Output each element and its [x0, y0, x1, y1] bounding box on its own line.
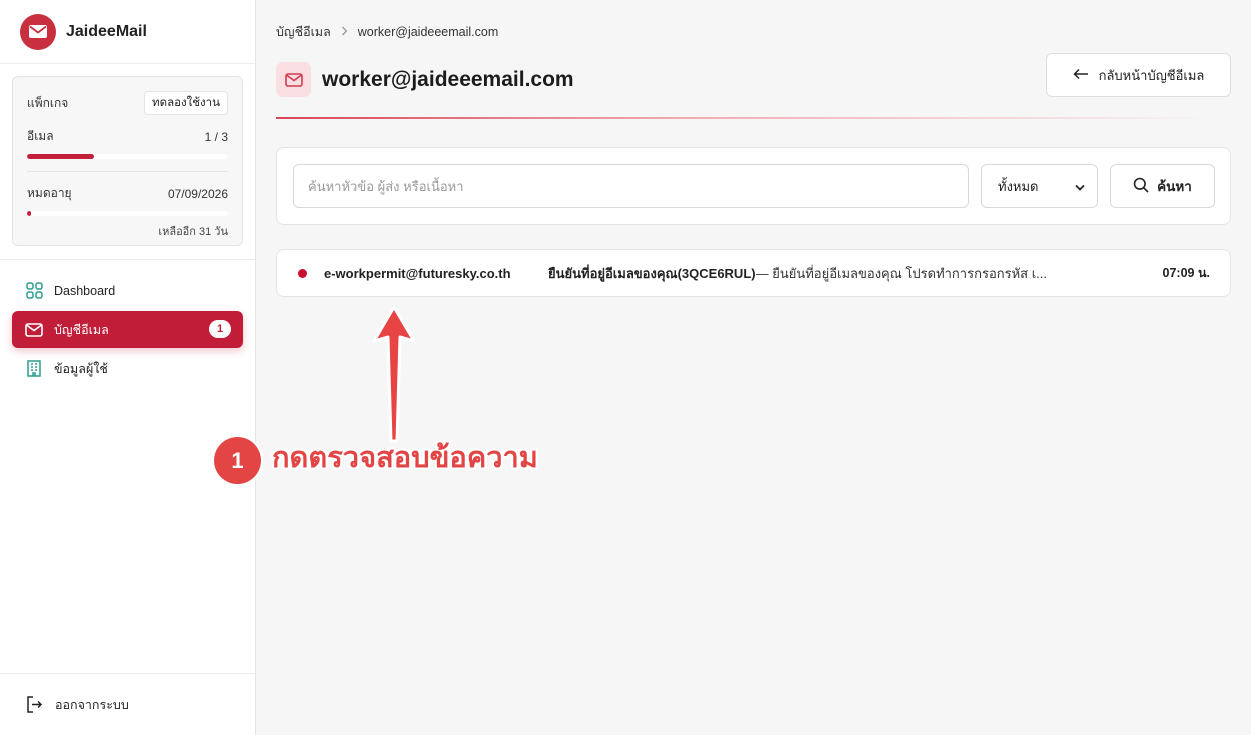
- page-header: worker@jaideeemail.com: [276, 62, 574, 97]
- filter-selected-value: ทั้งหมด: [998, 178, 1039, 194]
- mail-icon: [25, 321, 43, 339]
- email-usage-value: 1 / 3: [204, 129, 228, 144]
- expire-bar: [27, 211, 228, 216]
- annotation-arrow-icon: [372, 305, 416, 443]
- breadcrumb-current: worker@jaideeemail.com: [357, 25, 499, 39]
- unread-dot: [298, 268, 307, 278]
- chevron-right-icon: [341, 26, 348, 39]
- logout-button[interactable]: ออกจากระบบ: [0, 673, 255, 735]
- package-label: แพ็กเกจ: [27, 95, 69, 110]
- sidebar-nav: Dashboard บัญชีอีเมล 1 ข้อมูลผู้ใช้: [0, 259, 255, 389]
- expire-date: 07/09/2026: [167, 186, 228, 201]
- grid-icon: [25, 282, 43, 300]
- breadcrumb: บัญชีอีเมล worker@jaideeemail.com: [276, 22, 498, 42]
- back-button-label: กลับหน้าบัญชีอีเมล: [1098, 67, 1205, 83]
- annotation-instruction: กดตรวจสอบข้อความ: [272, 442, 538, 474]
- sidebar-item-user-info[interactable]: ข้อมูลผู้ใช้: [12, 350, 243, 387]
- arrow-left-icon: [1073, 68, 1089, 83]
- sidebar-item-label: บัญชีอีเมล: [54, 322, 109, 337]
- email-usage-label: อีเมล: [27, 129, 54, 143]
- search-card: ทั้งหมด ค้นหา: [276, 147, 1231, 225]
- message-time: 07:09 น.: [1162, 266, 1210, 280]
- header-divider: [276, 117, 1216, 119]
- sidebar-item-label: ข้อมูลผู้ใช้: [54, 361, 108, 376]
- sidebar-item-label: Dashboard: [54, 283, 116, 298]
- message-subject: ยืนยันที่อยู่อีเมลของคุณ(3QCE6RUL): [548, 265, 756, 281]
- step-number-badge: 1: [214, 437, 261, 484]
- expire-bar-fill: [27, 211, 32, 216]
- email-usage-bar: [27, 154, 228, 159]
- search-input[interactable]: [293, 164, 969, 208]
- brand-name: JaideeMail: [66, 22, 147, 40]
- message-sender: e-workpermit@futuresky.co.th: [324, 265, 511, 281]
- sidebar: JaideeMail แพ็กเกจ ทดลองใช้งาน อีเมล 1 /…: [0, 0, 256, 735]
- package-card: แพ็กเกจ ทดลองใช้งาน อีเมล 1 / 3 หมดอายุ …: [12, 76, 243, 246]
- back-to-accounts-button[interactable]: กลับหน้าบัญชีอีเมล: [1046, 53, 1231, 97]
- search-button[interactable]: ค้นหา: [1110, 164, 1215, 208]
- message-row[interactable]: e-workpermit@futuresky.co.th ยืนยันที่อย…: [276, 249, 1231, 297]
- search-icon: [1133, 177, 1149, 196]
- envelope-logo-icon: [20, 13, 56, 50]
- expire-label: หมดอายุ: [27, 186, 72, 200]
- remaining-days: เหลืออีก 31 วัน: [158, 226, 228, 238]
- brand[interactable]: JaideeMail: [0, 0, 255, 64]
- page-title: worker@jaideeemail.com: [322, 67, 574, 91]
- unread-count-badge: 1: [209, 320, 231, 338]
- sidebar-item-email-accounts[interactable]: บัญชีอีเมล 1: [12, 311, 243, 348]
- plan-badge: ทดลองใช้งาน: [144, 91, 228, 115]
- breadcrumb-root[interactable]: บัญชีอีเมล: [276, 22, 331, 42]
- building-icon: [25, 360, 43, 378]
- chevron-down-icon: [1075, 179, 1085, 194]
- message-snippet: — ยืนยันที่อยู่อีเมลของคุณ โปรดทำการกรอก…: [755, 265, 1047, 281]
- search-button-label: ค้นหา: [1157, 179, 1192, 194]
- mail-icon: [276, 62, 311, 97]
- logout-label: ออกจากระบบ: [55, 697, 129, 712]
- filter-select[interactable]: ทั้งหมด: [981, 164, 1098, 208]
- divider: [27, 171, 228, 172]
- logout-icon: [25, 696, 43, 714]
- sidebar-item-dashboard[interactable]: Dashboard: [12, 272, 243, 309]
- email-usage-bar-fill: [27, 154, 94, 159]
